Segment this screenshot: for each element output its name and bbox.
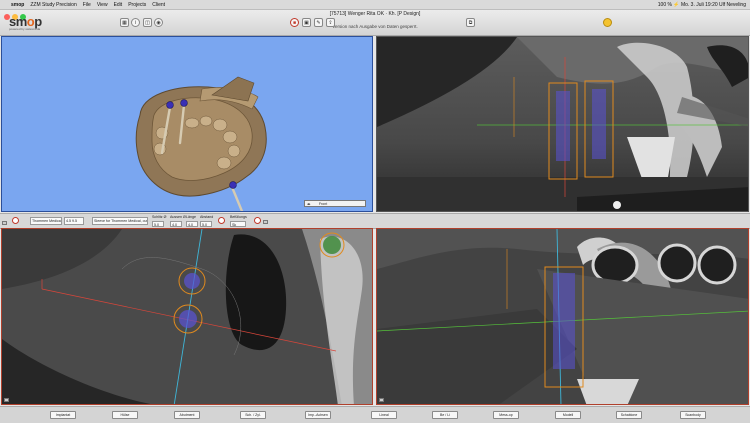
lock-icon[interactable] bbox=[263, 220, 268, 224]
model-button[interactable]: Modell bbox=[555, 411, 581, 419]
menu-app-name[interactable]: smop bbox=[11, 2, 24, 8]
cylinder-button[interactable]: Sch. / Zyl. bbox=[240, 411, 266, 419]
implant-marker[interactable] bbox=[229, 181, 237, 189]
grid-icon[interactable]: ▦ bbox=[120, 18, 129, 27]
implant-button[interactable]: Implantat bbox=[50, 411, 76, 419]
scanbody-button[interactable]: Scanbody bbox=[680, 411, 706, 419]
sleeve-button[interactable]: Hülse bbox=[112, 411, 138, 419]
implant-properties-bar: Thommen Medical ELEMENT implant 4.5 9.5 … bbox=[0, 213, 750, 229]
stop-icon[interactable] bbox=[254, 217, 261, 224]
menu-item-file[interactable]: File bbox=[83, 2, 91, 8]
implant-name-field[interactable]: Thommen Medical ELEMENT implant bbox=[30, 217, 62, 225]
panel-toggle-icon[interactable] bbox=[379, 398, 384, 402]
alert-icon[interactable] bbox=[218, 217, 225, 224]
tag-icon[interactable] bbox=[603, 18, 612, 27]
menubar-status: 100 % ⚡ Mo. 3. Juli 19:20 Ulf Neveling bbox=[657, 1, 746, 8]
ruler-button[interactable]: Lineal bbox=[371, 411, 397, 419]
sleeve-field[interactable]: Sleeve for Thommen Medical, outer sleeve… bbox=[92, 217, 148, 225]
stop-icon[interactable]: ■ bbox=[290, 18, 299, 27]
field-label-length: Länge bbox=[186, 215, 196, 219]
camera-icon[interactable]: ◉ bbox=[154, 18, 163, 27]
outer-diameter-field[interactable]: 4.0 bbox=[170, 221, 182, 227]
panel-toggle-icon[interactable] bbox=[2, 221, 7, 225]
implant-marker[interactable] bbox=[166, 101, 174, 109]
view-ct-axial[interactable] bbox=[1, 228, 373, 405]
implant-size-field[interactable]: 4.5 9.5 bbox=[64, 217, 84, 225]
field-label-outer: Aussen Ø bbox=[170, 215, 186, 219]
mac-menubar: smop ZZM Study Precision File View Edit … bbox=[0, 0, 750, 10]
menu-item-edit[interactable]: Edit bbox=[114, 2, 123, 8]
window-titlebar: [75713] Wenger Rita OK · Kh. [P Design] … bbox=[0, 10, 750, 36]
slot-diameter-field[interactable]: 5.0 bbox=[152, 221, 164, 227]
window-title: [75713] Wenger Rita OK · Kh. [P Design] bbox=[329, 11, 421, 17]
distance-field[interactable]: 5.0 bbox=[200, 221, 212, 227]
compare-icon[interactable]: ⧉ bbox=[466, 18, 475, 27]
warning-icon[interactable] bbox=[12, 217, 19, 224]
info-icon[interactable]: i bbox=[131, 18, 140, 27]
field-label-slot: Schlitz Ø bbox=[152, 215, 167, 219]
view-ct-coronal[interactable] bbox=[376, 228, 749, 405]
status-value-field[interactable]: Sk bbox=[230, 221, 246, 227]
measure-button[interactable]: Mess-op bbox=[493, 411, 519, 419]
abutment-button[interactable]: Abutment bbox=[174, 411, 200, 419]
menu-item-study[interactable]: ZZM Study Precision bbox=[30, 2, 76, 8]
view-orientation-select[interactable]: ◂▸ Front bbox=[304, 200, 366, 207]
export-icon[interactable]: ⇪ bbox=[326, 18, 335, 27]
tools-icon[interactable]: ✎ bbox=[314, 18, 323, 27]
window-subtitle: Version nach Ausgabe von Daten gesperrt. bbox=[332, 24, 418, 29]
view-ct-sagittal[interactable] bbox=[376, 36, 749, 212]
line-button[interactable]: Be / Li bbox=[432, 411, 458, 419]
logo-tagline: powered by swissmeda bbox=[9, 27, 41, 31]
menu-item-client[interactable]: Client bbox=[152, 2, 165, 8]
template-button[interactable]: Schablone bbox=[616, 411, 642, 419]
field-label-distance: Abstand bbox=[200, 215, 214, 219]
image-icon[interactable]: ▣ bbox=[302, 18, 311, 27]
panel-toggle-icon[interactable] bbox=[4, 398, 9, 402]
implant-marker[interactable] bbox=[180, 99, 188, 107]
length-field[interactable]: 4.0 bbox=[186, 221, 198, 227]
3d-view-icon[interactable]: ◫ bbox=[143, 18, 152, 27]
view-3d-model[interactable]: ◂▸ Front bbox=[1, 36, 373, 212]
menu-item-view[interactable]: View bbox=[97, 2, 108, 8]
bottom-toolbar: Implantat Hülse Abutment Sch. / Zyl. Imp… bbox=[0, 406, 750, 423]
menu-item-projects[interactable]: Projects bbox=[128, 2, 146, 8]
status-label: Befüllungs bbox=[230, 215, 247, 219]
chevron-down-icon: ◂▸ bbox=[307, 202, 311, 206]
implant-axes-button[interactable]: Imp.-Achsen bbox=[305, 411, 331, 419]
